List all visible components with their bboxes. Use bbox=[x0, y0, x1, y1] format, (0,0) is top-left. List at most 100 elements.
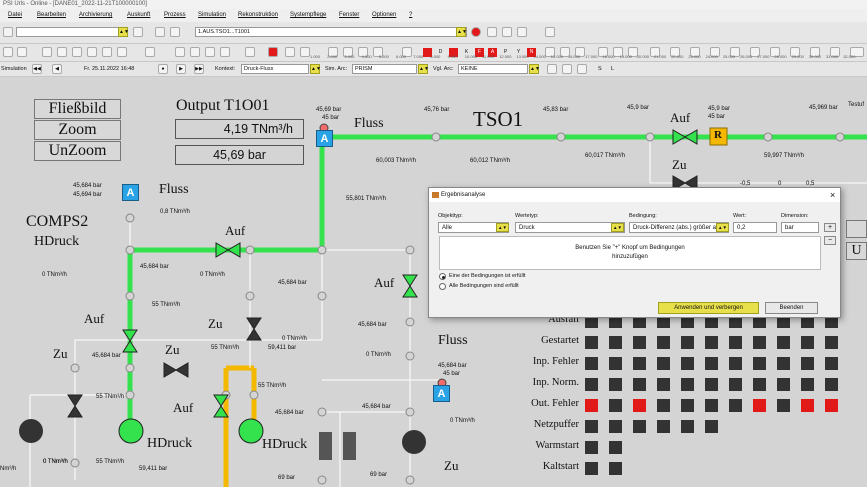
status-cell[interactable] bbox=[705, 420, 718, 433]
menu-systempflege[interactable]: Systempflege bbox=[290, 9, 326, 22]
status-cell[interactable] bbox=[585, 378, 598, 391]
target-icon[interactable] bbox=[245, 47, 255, 57]
layer-icon[interactable] bbox=[175, 47, 185, 57]
status-cell[interactable] bbox=[633, 420, 646, 433]
table-view-icon[interactable] bbox=[562, 64, 572, 74]
wertetyp-dropdown-icon[interactable]: ▲▼ bbox=[611, 223, 624, 232]
status-cell[interactable] bbox=[681, 336, 694, 349]
rect-icon[interactable] bbox=[87, 47, 97, 57]
fliessbild-button[interactable]: Fließbild bbox=[34, 99, 121, 119]
menu-rekonstruktion[interactable]: Rekonstruktion bbox=[238, 9, 278, 22]
status-cell[interactable] bbox=[657, 357, 670, 370]
chart-icon[interactable] bbox=[190, 47, 200, 57]
checkbox-icon[interactable] bbox=[3, 27, 13, 37]
grid-icon[interactable] bbox=[145, 47, 155, 57]
side-button-2[interactable]: U bbox=[846, 242, 867, 260]
sim-arc-field[interactable]: PRISM bbox=[352, 64, 417, 74]
objekttyp-dropdown-icon[interactable]: ▲▼ bbox=[496, 223, 509, 232]
status-cell[interactable] bbox=[705, 399, 718, 412]
apply-and-hide-button[interactable]: Anwenden und verbergen bbox=[658, 302, 759, 314]
fast-forward-icon[interactable]: ▶▶ bbox=[194, 64, 204, 74]
menu-auskunft[interactable]: Auskunft bbox=[127, 9, 150, 22]
status-cell[interactable] bbox=[777, 378, 790, 391]
status-cell[interactable] bbox=[825, 357, 838, 370]
sim-arc-dropdown-icon[interactable]: ▲▼ bbox=[418, 64, 429, 74]
status-cell[interactable] bbox=[729, 378, 742, 391]
status-cell[interactable] bbox=[633, 378, 646, 391]
status-cell[interactable] bbox=[609, 441, 622, 454]
menu-bearbeiten[interactable]: Bearbeiten bbox=[37, 9, 66, 22]
tool-icon-2[interactable] bbox=[502, 27, 512, 37]
remove-condition-button[interactable]: − bbox=[824, 236, 836, 245]
object-path-field[interactable]: 1.AUS.TSO1...T1001 bbox=[195, 27, 467, 37]
menu-fenster[interactable]: Fenster bbox=[339, 9, 359, 22]
zoom-icon-2[interactable] bbox=[17, 47, 27, 57]
letter-l[interactable]: L bbox=[611, 64, 614, 74]
unzoom-button[interactable]: UnZoom bbox=[34, 141, 121, 161]
status-cell[interactable] bbox=[801, 357, 814, 370]
zoom-out-icon[interactable] bbox=[57, 47, 67, 57]
draw-icon[interactable] bbox=[117, 47, 127, 57]
path-dropdown-icon[interactable]: ▲▼ bbox=[456, 27, 467, 37]
grid-view-icon[interactable] bbox=[577, 64, 587, 74]
status-cell[interactable] bbox=[585, 336, 598, 349]
menu-help[interactable]: ? bbox=[409, 9, 412, 22]
status-cell[interactable] bbox=[753, 378, 766, 391]
status-cell[interactable] bbox=[801, 399, 814, 412]
bedingung-dropdown-icon[interactable]: ▲▼ bbox=[716, 223, 729, 232]
settings-icon[interactable] bbox=[285, 47, 295, 57]
status-cell[interactable] bbox=[681, 420, 694, 433]
network-icon[interactable] bbox=[220, 47, 230, 57]
close-icon[interactable]: × bbox=[830, 190, 835, 200]
menu-archivierung[interactable]: Archivierung bbox=[79, 9, 112, 22]
status-cell[interactable] bbox=[825, 378, 838, 391]
status-cell[interactable] bbox=[825, 336, 838, 349]
kontext-field[interactable]: Druck-Fluss bbox=[241, 64, 309, 74]
status-cell[interactable] bbox=[681, 378, 694, 391]
status-cell[interactable] bbox=[633, 399, 646, 412]
wertetyp-select[interactable]: Druck bbox=[515, 222, 625, 233]
status-cell[interactable] bbox=[585, 357, 598, 370]
status-cell[interactable] bbox=[585, 399, 598, 412]
status-cell[interactable] bbox=[753, 399, 766, 412]
wert-input[interactable]: 0,2 bbox=[733, 222, 777, 233]
status-cell[interactable] bbox=[609, 378, 622, 391]
menu-prozess[interactable]: Prozess bbox=[164, 9, 186, 22]
status-cell[interactable] bbox=[609, 462, 622, 475]
status-cell[interactable] bbox=[729, 399, 742, 412]
object-search-field[interactable] bbox=[16, 27, 128, 37]
folder-icon[interactable] bbox=[133, 27, 143, 37]
status-cell[interactable] bbox=[777, 399, 790, 412]
status-cell[interactable] bbox=[705, 357, 718, 370]
vgl-arc-dropdown-icon[interactable]: ▲▼ bbox=[529, 64, 540, 74]
vgl-arc-field[interactable]: KEINE bbox=[458, 64, 528, 74]
play-icon[interactable]: ▶ bbox=[176, 64, 186, 74]
end-button[interactable]: Beenden bbox=[765, 302, 818, 314]
status-cell[interactable] bbox=[609, 357, 622, 370]
status-cell[interactable] bbox=[609, 336, 622, 349]
rewind-icon[interactable]: ◀◀ bbox=[32, 64, 42, 74]
status-cell[interactable] bbox=[585, 441, 598, 454]
fit-icon[interactable] bbox=[72, 47, 82, 57]
tool-icon-1[interactable] bbox=[487, 27, 497, 37]
status-cell[interactable] bbox=[657, 399, 670, 412]
dimension-field[interactable]: bar bbox=[781, 222, 819, 233]
bedingung-select[interactable]: Druck-Differenz (abs.) größer al bbox=[629, 222, 729, 233]
save-icon[interactable] bbox=[155, 27, 165, 37]
status-cell[interactable] bbox=[753, 336, 766, 349]
stop-icon[interactable] bbox=[471, 27, 481, 37]
status-cell[interactable] bbox=[777, 336, 790, 349]
dropdown-icon[interactable]: ▲▼ bbox=[118, 27, 129, 37]
status-cell[interactable] bbox=[657, 378, 670, 391]
status-cell[interactable] bbox=[633, 336, 646, 349]
table-icon[interactable] bbox=[205, 47, 215, 57]
station-box-a1[interactable]: A bbox=[316, 130, 333, 147]
status-cell[interactable] bbox=[729, 336, 742, 349]
letter-s[interactable]: S bbox=[598, 64, 602, 74]
station-box-r[interactable]: R bbox=[714, 129, 722, 141]
status-cell[interactable] bbox=[657, 336, 670, 349]
status-cell[interactable] bbox=[609, 420, 622, 433]
menu-datei[interactable]: Datei bbox=[8, 9, 22, 22]
radio-any-condition[interactable] bbox=[439, 273, 446, 280]
alarm-icon[interactable] bbox=[268, 47, 278, 57]
